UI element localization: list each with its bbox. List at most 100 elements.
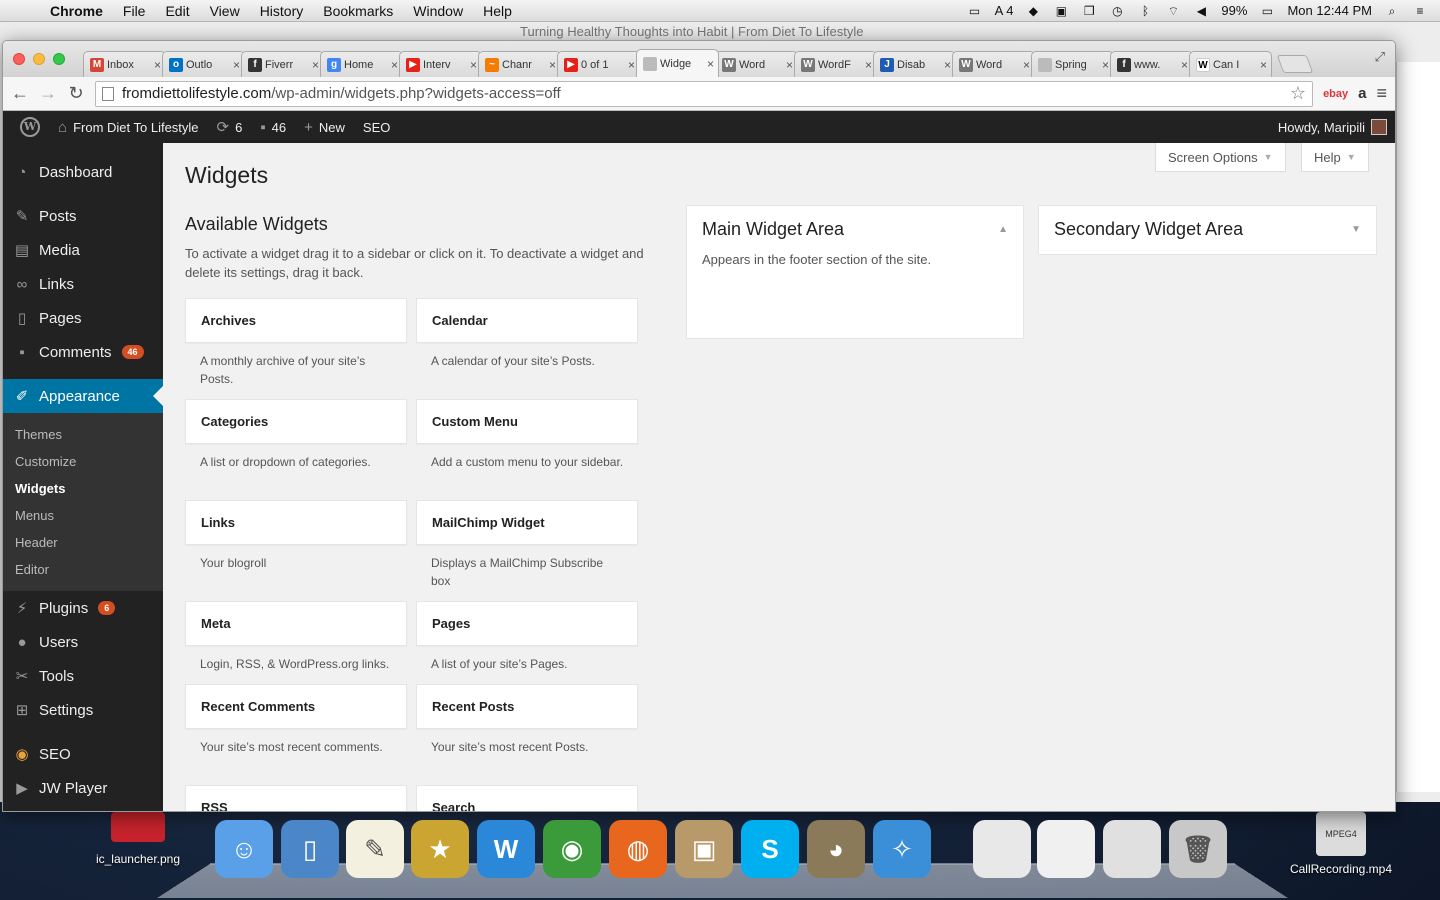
sidebar-item-tools[interactable]: ✂ Tools (3, 659, 163, 693)
fullscreen-icon[interactable]: ⤢ (1375, 49, 1385, 65)
close-tab-icon[interactable]: × (786, 58, 793, 72)
menu-bookmarks[interactable]: Bookmarks (313, 3, 403, 19)
menu-file[interactable]: File (113, 3, 156, 19)
notification-icon[interactable]: ▣ (1053, 4, 1069, 18)
submenu-widgets[interactable]: Widgets (3, 475, 163, 502)
my-account-menu[interactable]: Howdy, Maripili (1278, 119, 1395, 135)
widget-title-bar[interactable]: MailChimp Widget (416, 500, 638, 545)
widget-title-bar[interactable]: Archives (185, 298, 407, 343)
browser-tab[interactable]: W WordF × (794, 51, 877, 77)
close-tab-icon[interactable]: × (1260, 58, 1267, 72)
close-window-button[interactable] (13, 53, 25, 65)
browser-tab[interactable]: M Inbox × (83, 51, 166, 77)
sidebar-item-posts[interactable]: ✎ Posts (3, 199, 163, 233)
expand-arrow-icon[interactable]: ▼ (1351, 224, 1361, 235)
desktop-file-call-recording[interactable]: MPEG4 CallRecording.mp4 (1286, 812, 1396, 876)
browser-tab[interactable]: ▶ 0 of 1 × (557, 51, 640, 77)
close-tab-icon[interactable]: × (312, 58, 319, 72)
minimize-window-button[interactable] (33, 53, 45, 65)
zoom-window-button[interactable] (53, 53, 65, 65)
close-tab-icon[interactable]: × (233, 58, 240, 72)
sidebar-item-pages[interactable]: ▯ Pages (3, 301, 163, 335)
textedit-icon[interactable]: ✎ (346, 820, 404, 878)
widget-title-bar[interactable]: RSS (185, 785, 407, 811)
close-tab-icon[interactable]: × (549, 58, 556, 72)
bluetooth-icon[interactable]: ᛒ (1137, 4, 1153, 18)
seo-link[interactable]: SEO (354, 120, 399, 135)
firefox-icon[interactable]: ◍ (609, 820, 667, 878)
widget-title-bar[interactable]: Custom Menu (416, 399, 638, 444)
wunderlist-icon[interactable]: W (477, 820, 535, 878)
clock[interactable]: Mon 12:44 PM (1287, 3, 1372, 18)
browser-tab[interactable]: J Disab × (873, 51, 956, 77)
skype-window-icon[interactable] (1037, 820, 1095, 878)
widget-title-bar[interactable]: Recent Posts (416, 684, 638, 729)
close-tab-icon[interactable]: × (707, 57, 714, 71)
main-widget-area[interactable]: Main Widget Area ▲ Appears in the footer … (686, 205, 1024, 339)
sidebar-item-media[interactable]: ▤ Media (3, 233, 163, 267)
browser-tab[interactable]: ~ Chanr × (478, 51, 561, 77)
close-tab-icon[interactable]: × (1181, 58, 1188, 72)
sidebar-item-users[interactable]: ● Users (3, 625, 163, 659)
browser-tab[interactable]: W Word × (715, 51, 798, 77)
submenu-themes[interactable]: Themes (3, 421, 163, 448)
close-tab-icon[interactable]: × (865, 58, 872, 72)
safari-icon[interactable]: ✧ (873, 820, 931, 878)
sidebar-item-seo[interactable]: ◉ SEO (3, 737, 163, 771)
submenu-header[interactable]: Header (3, 529, 163, 556)
close-tab-icon[interactable]: × (1102, 58, 1109, 72)
menu-app-chrome[interactable]: Chrome (40, 3, 113, 19)
chrome-menu-icon[interactable]: ≡ (1376, 83, 1387, 104)
evernote-icon[interactable]: ❒ (1081, 4, 1097, 18)
browser-tab[interactable]: ▶ Interv × (399, 51, 482, 77)
browser-tab[interactable]: o Outlo × (162, 51, 245, 77)
widget-title-bar[interactable]: Recent Comments (185, 684, 407, 729)
trash-icon[interactable]: 🗑 (1169, 820, 1227, 878)
chrome-icon[interactable]: ◉ (543, 820, 601, 878)
secondary-widget-area[interactable]: Secondary Widget Area ▼ (1038, 205, 1377, 255)
widget-title-bar[interactable]: Meta (185, 601, 407, 646)
widget-title-bar[interactable]: Search (416, 785, 638, 811)
bookmark-star-icon[interactable]: ☆ (1290, 83, 1306, 104)
close-tab-icon[interactable]: × (391, 58, 398, 72)
screen-options-button[interactable]: Screen Options ▼ (1155, 143, 1286, 172)
spreadsheet-window-icon[interactable] (1103, 820, 1161, 878)
browser-tab[interactable]: g Home × (320, 51, 403, 77)
desktop-file-ic-launcher[interactable]: ic_launcher.png (88, 812, 188, 866)
sidebar-item-plugins[interactable]: ⚡ Plugins 6 (3, 591, 163, 625)
browser-tab[interactable]: f www. × (1110, 51, 1193, 77)
menu-view[interactable]: View (200, 3, 250, 19)
dropbox-icon[interactable]: ◆ (1025, 4, 1041, 18)
help-button[interactable]: Help ▼ (1301, 143, 1369, 172)
close-tab-icon[interactable]: × (1023, 58, 1030, 72)
adobe-status[interactable]: A 4 (995, 3, 1014, 18)
site-name-link[interactable]: ⌂ From Diet To Lifestyle (49, 119, 208, 136)
volume-icon[interactable]: ◀ (1193, 4, 1209, 18)
address-bar[interactable]: fromdiettolifestyle.com/wp-admin/widgets… (95, 80, 1314, 107)
sidebar-item-links[interactable]: ∞ Links (3, 267, 163, 301)
skype-icon[interactable]: S (741, 820, 799, 878)
updates-link[interactable]: ⟳ 6 (208, 118, 252, 136)
spotlight-search-icon[interactable]: ⌕ (1384, 4, 1400, 18)
amazon-extension-button[interactable]: a (1358, 85, 1366, 102)
close-tab-icon[interactable]: × (944, 58, 951, 72)
close-tab-icon[interactable]: × (628, 58, 635, 72)
sidebar-item-jw-player[interactable]: ▶ JW Player (3, 771, 163, 805)
new-tab-button[interactable] (1276, 55, 1314, 73)
ebay-extension-button[interactable]: ebay (1323, 88, 1348, 100)
submenu-editor[interactable]: Editor (3, 556, 163, 583)
imovie-icon[interactable]: ★ (411, 820, 469, 878)
gimp-icon[interactable]: ◕ (807, 820, 865, 878)
close-tab-icon[interactable]: × (470, 58, 477, 72)
comments-link[interactable]: ▪ 46 (251, 119, 295, 136)
document-icon[interactable] (973, 820, 1031, 878)
forward-button[interactable]: → (39, 83, 57, 104)
back-button[interactable]: ← (11, 83, 29, 104)
browser-tab[interactable]: Widge × (636, 49, 719, 77)
menu-window[interactable]: Window (403, 3, 473, 19)
submenu-customize[interactable]: Customize (3, 448, 163, 475)
finder-icon[interactable]: ☺ (215, 820, 273, 878)
widget-title-bar[interactable]: Links (185, 500, 407, 545)
photos-icon[interactable]: ▣ (675, 820, 733, 878)
collapse-arrow-icon[interactable]: ▲ (998, 224, 1008, 235)
